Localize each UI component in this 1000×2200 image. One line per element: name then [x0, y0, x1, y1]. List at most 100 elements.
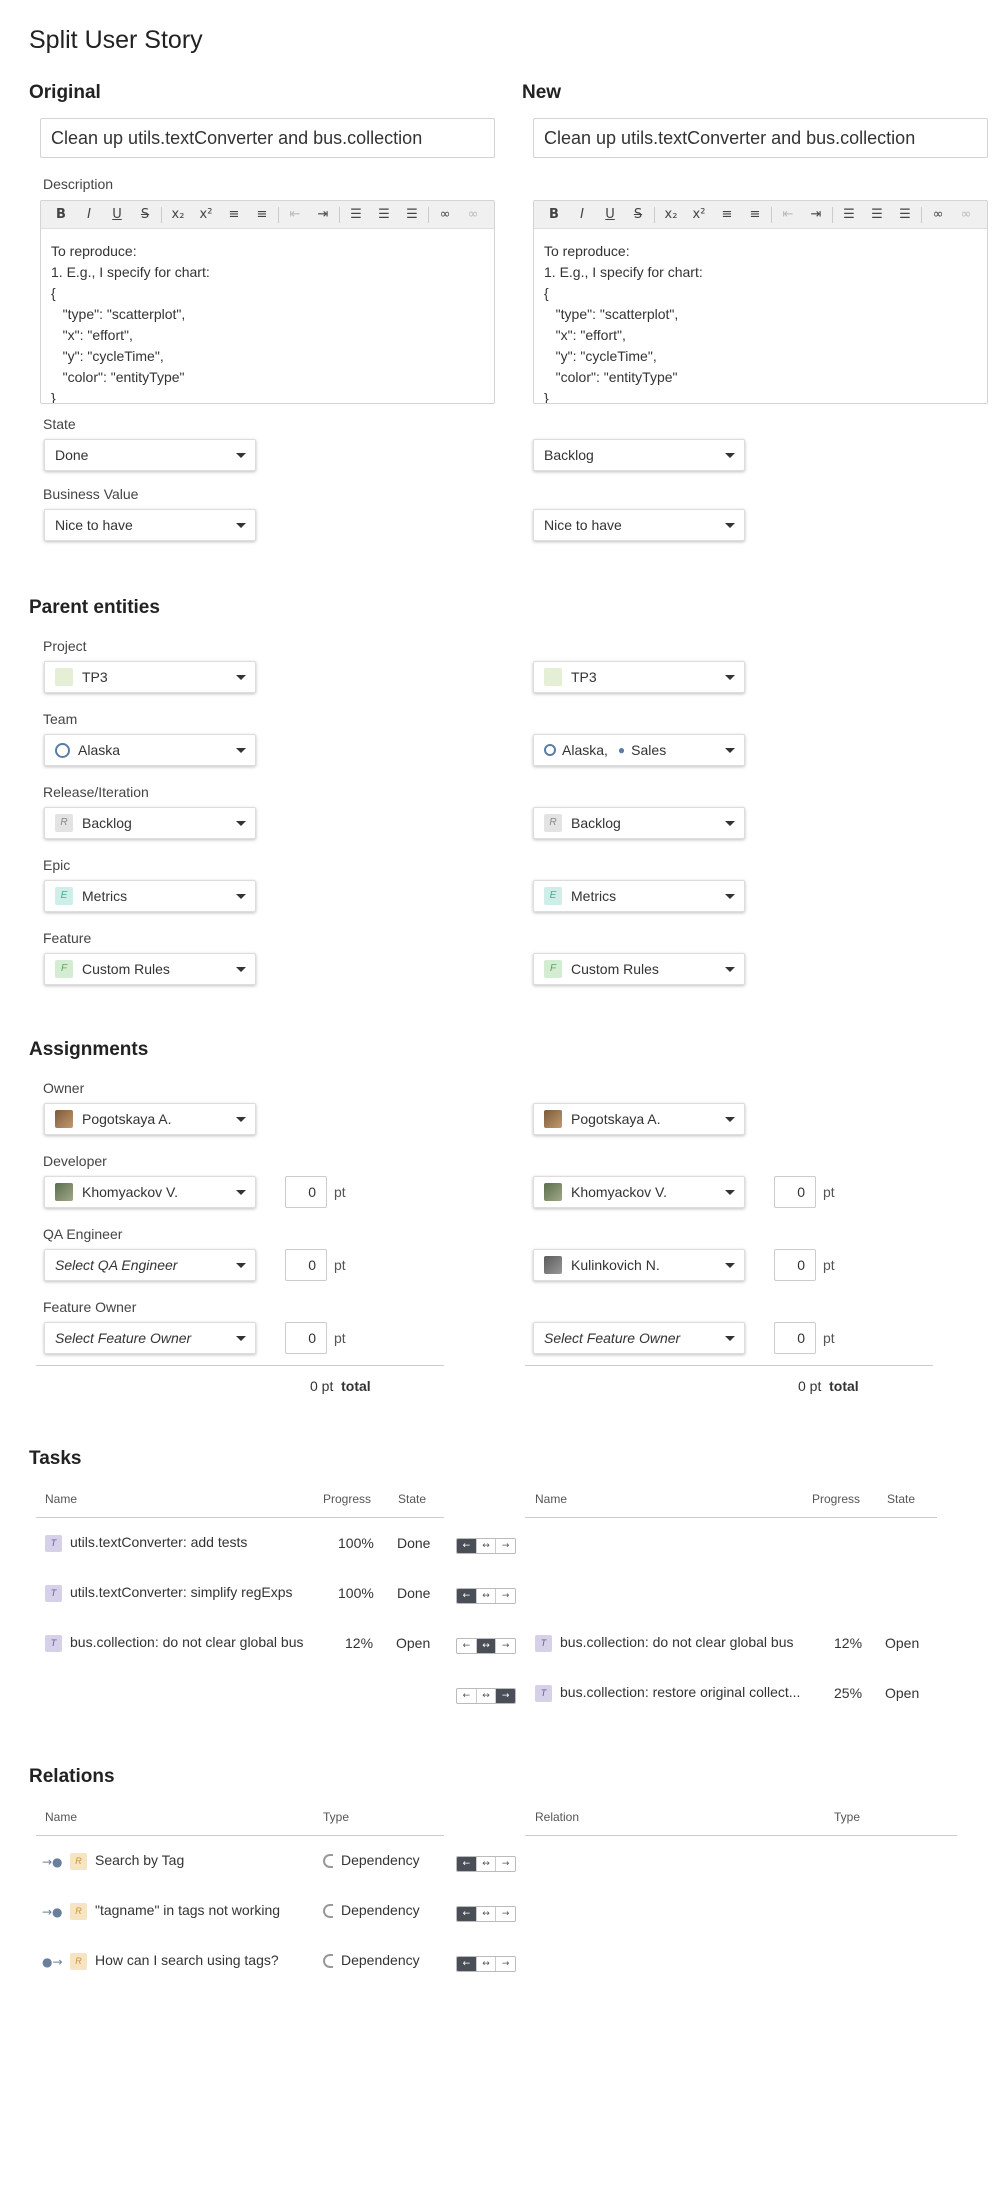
align-left-icon[interactable]: ☰ [342, 207, 370, 222]
relation-move-control[interactable]: ← ↔ → [456, 1906, 516, 1922]
outdent-icon[interactable]: ⇤ [281, 207, 309, 222]
move-right-icon[interactable]: → [496, 1539, 515, 1553]
original-title-field[interactable]: Clean up utils.textConverter and bus.col… [40, 118, 495, 158]
original-qa-select[interactable]: Select QA Engineer [44, 1249, 256, 1281]
move-both-icon[interactable]: ↔ [477, 1589, 497, 1603]
original-feature-select[interactable]: F Custom Rules [44, 953, 256, 985]
relation-move-control[interactable]: ← ↔ → [456, 1956, 516, 1972]
subscript-button[interactable]: x₂ [657, 207, 685, 222]
task-move-control[interactable]: ← ↔ → [456, 1688, 516, 1704]
tasks-heading: Tasks [29, 1448, 82, 1469]
avatar [544, 1256, 562, 1274]
subscript-button[interactable]: x₂ [164, 207, 192, 222]
editor-toolbar: B I U S x₂ x² ≡ ≡ ⇤ ⇥ ☰ ☰ ☰ ∞ ∞ [41, 201, 494, 229]
description-text[interactable]: To reproduce: 1. E.g., I specify for cha… [534, 229, 987, 403]
task-move-control[interactable]: ← ↔ → [456, 1588, 516, 1604]
new-release-select[interactable]: R Backlog [533, 807, 745, 839]
move-both-icon[interactable]: ↔ [476, 1639, 497, 1653]
move-right-icon[interactable]: → [496, 1857, 515, 1871]
new-business-value-select[interactable]: Nice to have [533, 509, 745, 541]
move-left-icon[interactable]: ← [457, 1957, 477, 1971]
move-both-icon[interactable]: ↔ [477, 1907, 497, 1921]
move-left-icon[interactable]: ← [457, 1639, 477, 1653]
align-right-icon[interactable]: ☰ [398, 207, 426, 222]
relation-type-label: Dependency [341, 1902, 420, 1918]
align-right-icon[interactable]: ☰ [891, 207, 919, 222]
underline-button[interactable]: U [596, 207, 624, 222]
superscript-button[interactable]: x² [192, 207, 220, 222]
original-developer-points-input[interactable]: 0 [285, 1176, 327, 1208]
new-feature-owner-select[interactable]: Select Feature Owner [533, 1322, 745, 1354]
move-left-icon[interactable]: ← [457, 1689, 477, 1703]
unlink-icon[interactable]: ∞ [952, 207, 980, 222]
original-release-select[interactable]: R Backlog [44, 807, 256, 839]
points-unit: pt [334, 1330, 346, 1346]
move-right-icon[interactable]: → [496, 1639, 515, 1653]
move-left-icon[interactable]: ← [457, 1907, 477, 1921]
task-move-control[interactable]: ← ↔ → [456, 1538, 516, 1554]
move-right-icon[interactable]: → [496, 1589, 515, 1603]
new-description-editor[interactable]: B I U S x₂ x² ≡ ≡ ⇤ ⇥ ☰ ☰ ☰ ∞ ∞ To repro… [533, 200, 988, 404]
move-right-icon[interactable]: → [496, 1907, 515, 1921]
new-developer-points-input[interactable]: 0 [774, 1176, 816, 1208]
italic-button[interactable]: I [568, 207, 596, 222]
original-developer-select[interactable]: Khomyackov V. [44, 1176, 256, 1208]
original-feature-owner-select[interactable]: Select Feature Owner [44, 1322, 256, 1354]
new-epic-select[interactable]: E Metrics [533, 880, 745, 912]
new-team-select[interactable]: Alaska, ● Sales [533, 734, 745, 766]
bold-button[interactable]: B [540, 207, 568, 222]
move-right-icon[interactable]: → [496, 1957, 515, 1971]
original-state-select[interactable]: Done [44, 439, 256, 471]
bullet-list-button[interactable]: ≡ [741, 207, 769, 222]
underline-button[interactable]: U [103, 207, 131, 222]
new-title-field[interactable]: Clean up utils.textConverter and bus.col… [533, 118, 988, 158]
numbered-list-button[interactable]: ≡ [713, 207, 741, 222]
italic-button[interactable]: I [75, 207, 103, 222]
link-icon[interactable]: ∞ [431, 207, 459, 222]
new-feature-select[interactable]: F Custom Rules [533, 953, 745, 985]
move-left-icon[interactable]: ← [457, 1589, 477, 1603]
align-center-icon[interactable]: ☰ [863, 207, 891, 222]
align-center-icon[interactable]: ☰ [370, 207, 398, 222]
new-state-select[interactable]: Backlog [533, 439, 745, 471]
superscript-button[interactable]: x² [685, 207, 713, 222]
bold-button[interactable]: B [47, 207, 75, 222]
move-left-icon[interactable]: ← [457, 1539, 477, 1553]
outdent-icon[interactable]: ⇤ [774, 207, 802, 222]
new-project-select[interactable]: TP3 [533, 661, 745, 693]
move-both-icon[interactable]: ↔ [477, 1539, 497, 1553]
description-text[interactable]: To reproduce: 1. E.g., I specify for cha… [41, 229, 494, 403]
original-description-editor[interactable]: B I U S x₂ x² ≡ ≡ ⇤ ⇥ ☰ ☰ ☰ ∞ ∞ To repro… [40, 200, 495, 404]
original-team-select[interactable]: Alaska [44, 734, 256, 766]
new-developer-select[interactable]: Khomyackov V. [533, 1176, 745, 1208]
new-owner-select[interactable]: Pogotskaya A. [533, 1103, 745, 1135]
relation-move-control[interactable]: ← ↔ → [456, 1856, 516, 1872]
move-right-icon[interactable]: → [496, 1689, 515, 1703]
original-owner-select[interactable]: Pogotskaya A. [44, 1103, 256, 1135]
task-move-control[interactable]: ← ↔ → [456, 1638, 516, 1654]
numbered-list-button[interactable]: ≡ [220, 207, 248, 222]
unlink-icon[interactable]: ∞ [459, 207, 487, 222]
align-left-icon[interactable]: ☰ [835, 207, 863, 222]
link-icon[interactable]: ∞ [924, 207, 952, 222]
original-qa-points-input[interactable]: 0 [285, 1249, 327, 1281]
strikethrough-button[interactable]: S [624, 207, 652, 222]
new-qa-select[interactable]: Kulinkovich N. [533, 1249, 745, 1281]
move-both-icon[interactable]: ↔ [477, 1857, 497, 1871]
original-feature-owner-points-input[interactable]: 0 [285, 1322, 327, 1354]
strikethrough-button[interactable]: S [131, 207, 159, 222]
original-project-select[interactable]: TP3 [44, 661, 256, 693]
original-epic-select[interactable]: E Metrics [44, 880, 256, 912]
task-row: Tutils.textConverter: add tests [45, 1534, 247, 1552]
indent-icon[interactable]: ⇥ [309, 207, 337, 222]
bullet-list-button[interactable]: ≡ [248, 207, 276, 222]
new-qa-points-input[interactable]: 0 [774, 1249, 816, 1281]
editor-toolbar: B I U S x₂ x² ≡ ≡ ⇤ ⇥ ☰ ☰ ☰ ∞ ∞ [534, 201, 987, 229]
original-business-value-select[interactable]: Nice to have [44, 509, 256, 541]
indent-icon[interactable]: ⇥ [802, 207, 830, 222]
move-left-icon[interactable]: ← [457, 1857, 477, 1871]
move-both-icon[interactable]: ↔ [477, 1689, 497, 1703]
chevron-down-icon [725, 894, 735, 899]
move-both-icon[interactable]: ↔ [477, 1957, 497, 1971]
new-feature-owner-points-input[interactable]: 0 [774, 1322, 816, 1354]
